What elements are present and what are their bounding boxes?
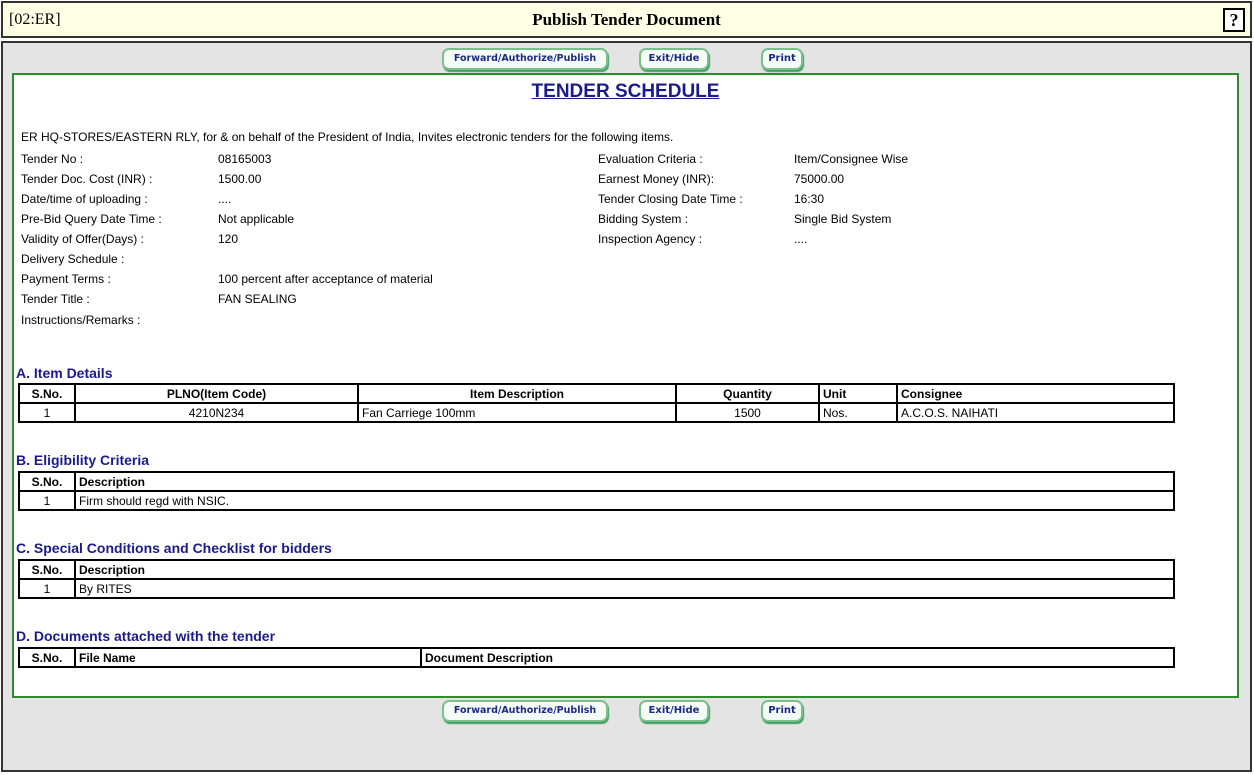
column-header: Consignee: [896, 383, 1175, 404]
column-header: S.No.: [18, 471, 76, 492]
field-value: ....: [218, 192, 232, 206]
column-header: PLNO(Item Code): [74, 383, 359, 404]
table-cell: 1: [18, 578, 76, 599]
field-value: 120: [218, 232, 239, 246]
field-label: Bidding System :: [598, 212, 689, 226]
table-row: 1 4210N234 Fan Carriege 100mm 1500 Nos. …: [18, 402, 1175, 423]
field-value: FAN SEALING: [218, 292, 297, 306]
field-label: Tender Closing Date Time :: [598, 192, 743, 206]
document-title: TENDER SCHEDULE: [531, 81, 720, 102]
documents-table: S.No. File Name Document Description: [18, 647, 1175, 668]
exit-hide-button[interactable]: Exit/Hide: [639, 700, 709, 722]
section-heading-special-conditions: C. Special Conditions and Checklist for …: [16, 540, 332, 556]
special-conditions-table: S.No. Description 1 By RITES: [18, 559, 1175, 599]
field-label: Validity of Offer(Days) :: [21, 232, 144, 246]
column-header: Description: [74, 471, 1175, 492]
field-value: ....: [794, 232, 808, 246]
table-cell: 1: [18, 490, 76, 511]
field-value: 16:30: [794, 192, 825, 206]
field-value: 08165003: [218, 152, 272, 166]
main-panel: Forward/Authorize/Publish Exit/Hide Prin…: [1, 41, 1252, 772]
field-label: Instructions/Remarks :: [21, 313, 141, 327]
column-header: Unit: [818, 383, 898, 404]
column-header: S.No.: [18, 647, 76, 668]
table-row: 1 Firm should regd with NSIC.: [18, 490, 1175, 511]
field-label: Tender No :: [21, 152, 84, 166]
item-details-table: S.No. PLNO(Item Code) Item Description Q…: [18, 383, 1175, 423]
column-header: Document Description: [420, 647, 1175, 668]
field-label: Tender Doc. Cost (INR) :: [21, 172, 153, 186]
section-heading-item-details: A. Item Details: [16, 365, 113, 381]
table-header-row: S.No. File Name Document Description: [18, 647, 1175, 668]
table-row: 1 By RITES: [18, 578, 1175, 599]
forward-authorize-publish-button[interactable]: Forward/Authorize/Publish: [442, 700, 608, 722]
print-button[interactable]: Print: [761, 700, 803, 722]
field-label: Inspection Agency :: [598, 232, 703, 246]
forward-authorize-publish-button[interactable]: Forward/Authorize/Publish: [442, 48, 608, 70]
table-cell: Fan Carriege 100mm: [357, 402, 677, 423]
column-header: File Name: [74, 647, 422, 668]
field-label: Tender Title :: [21, 292, 90, 306]
column-header: S.No.: [18, 559, 76, 580]
table-cell: 4210N234: [74, 402, 359, 423]
field-label: Earnest Money (INR):: [598, 172, 715, 186]
exit-hide-button[interactable]: Exit/Hide: [639, 48, 709, 70]
column-header: S.No.: [18, 383, 76, 404]
table-header-row: S.No. PLNO(Item Code) Item Description Q…: [18, 383, 1175, 404]
table-cell: Firm should regd with NSIC.: [74, 490, 1175, 511]
column-header: Quantity: [675, 383, 820, 404]
field-label: Pre-Bid Query Date Time :: [21, 212, 162, 226]
field-value: 100 percent after acceptance of material: [218, 272, 433, 286]
field-label: Evaluation Criteria :: [598, 152, 703, 166]
print-button[interactable]: Print: [761, 48, 803, 70]
field-value: Single Bid System: [794, 212, 892, 226]
field-value: Not applicable: [218, 212, 295, 226]
field-label: Payment Terms :: [21, 272, 111, 286]
table-cell: 1500: [675, 402, 820, 423]
field-value: 1500.00: [218, 172, 262, 186]
table-header-row: S.No. Description: [18, 471, 1175, 492]
table-cell: 1: [18, 402, 76, 423]
field-label: Delivery Schedule :: [21, 252, 125, 266]
column-header: Description: [74, 559, 1175, 580]
tender-schedule-document: TENDER SCHEDULE ER HQ-STORES/EASTERN RLY…: [12, 73, 1239, 698]
section-heading-eligibility: B. Eligibility Criteria: [16, 452, 150, 468]
title-bar: [02:ER] Publish Tender Document ?: [1, 1, 1252, 38]
page-title: Publish Tender Document: [532, 10, 721, 29]
field-value: 75000.00: [794, 172, 845, 186]
bottom-button-row: Forward/Authorize/Publish Exit/Hide Prin…: [3, 700, 1250, 724]
eligibility-table: S.No. Description 1 Firm should regd wit…: [18, 471, 1175, 511]
help-icon[interactable]: ?: [1223, 8, 1245, 32]
table-cell: By RITES: [74, 578, 1175, 599]
table-cell: A.C.O.S. NAIHATI: [896, 402, 1175, 423]
table-header-row: S.No. Description: [18, 559, 1175, 580]
column-header: Item Description: [357, 383, 677, 404]
section-heading-documents: D. Documents attached with the tender: [16, 628, 276, 644]
field-value: Item/Consignee Wise: [794, 152, 909, 166]
field-label: Date/time of uploading :: [21, 192, 148, 206]
top-button-row: Forward/Authorize/Publish Exit/Hide Prin…: [3, 48, 1250, 72]
table-cell: Nos.: [818, 402, 898, 423]
intro-text: ER HQ-STORES/EASTERN RLY, for & on behal…: [21, 130, 674, 144]
